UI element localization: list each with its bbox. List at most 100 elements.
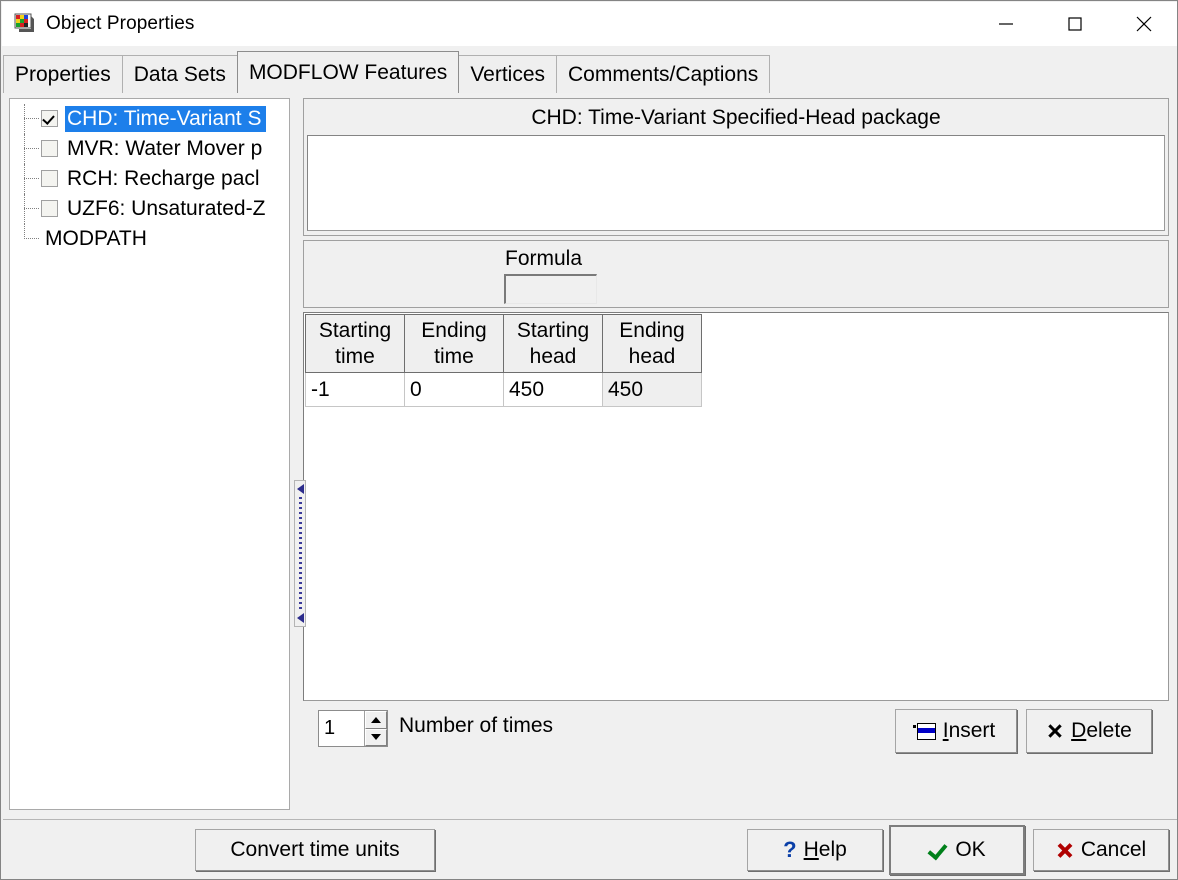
check-icon: [928, 841, 948, 859]
tree-elbow: [24, 238, 39, 240]
col-header-line2: time: [434, 344, 474, 368]
cancel-button-label: Cancel: [1080, 838, 1147, 861]
formula-label: Formula: [505, 247, 583, 270]
tree-item-mvr[interactable]: MVR: Water Mover p: [10, 134, 289, 164]
col-header-line2: head: [628, 344, 676, 368]
splitter-arrow-down-icon: [296, 613, 304, 623]
grid-column-splitter[interactable]: [294, 480, 306, 627]
tree-item-modpath[interactable]: MODPATH: [10, 224, 289, 254]
tab-bar: Properties Data Sets MODFLOW Features Ve…: [3, 51, 1177, 93]
tab-properties[interactable]: Properties: [3, 55, 123, 93]
cancel-button[interactable]: Cancel: [1033, 829, 1169, 871]
object-properties-dialog: Object Properties Properties Data Sets M…: [0, 0, 1178, 880]
tab-data-sets[interactable]: Data Sets: [121, 55, 238, 93]
close-button[interactable]: [1109, 2, 1177, 46]
times-grid[interactable]: Starting time Ending time Starting head: [305, 314, 702, 407]
dialog-footer: Convert time units ? Help OK Cancel: [3, 819, 1177, 879]
tree-item-label: MVR: Water Mover p: [67, 137, 263, 160]
col-header-starting-time[interactable]: Starting time: [305, 314, 405, 373]
tree-item-label: RCH: Recharge pacl: [67, 167, 260, 190]
tree-item-uzf6[interactable]: UZF6: Unsaturated-Z: [10, 194, 289, 224]
delete-button-label: Delete: [1071, 719, 1132, 743]
delete-button[interactable]: Delete: [1026, 709, 1152, 753]
insert-rest: nsert: [948, 719, 996, 742]
stepper-buttons: [364, 711, 387, 746]
splitter-arrow-up-icon: [296, 484, 304, 494]
minimize-button[interactable]: [971, 2, 1040, 46]
number-of-times-label: Number of times: [399, 714, 554, 737]
package-tree[interactable]: CHD: Time-Variant S MVR: Water Mover p R…: [9, 98, 290, 810]
window-controls: [971, 2, 1177, 46]
package-title: CHD: Time-Variant Specified-Head package: [531, 106, 941, 129]
tree-line: [24, 224, 26, 239]
question-mark-icon: ?: [783, 837, 797, 862]
insert-button[interactable]: Insert: [895, 709, 1017, 753]
tree-item-rch[interactable]: RCH: Recharge pacl: [10, 164, 289, 194]
tree-elbow: [24, 148, 39, 150]
formula-input[interactable]: [504, 274, 597, 304]
help-button-label: Help: [804, 838, 847, 862]
maximize-icon: [1067, 17, 1082, 31]
spin-down-icon: [371, 734, 381, 741]
number-of-times-input[interactable]: 1: [319, 711, 364, 746]
times-grid-panel: Starting time Ending time Starting head: [294, 312, 1169, 701]
stepper-up-button[interactable]: [365, 711, 387, 729]
tree-elbow: [24, 208, 39, 210]
spin-up-icon: [371, 716, 381, 723]
col-header-starting-head[interactable]: Starting head: [503, 314, 603, 373]
grid-header-row: Starting time Ending time Starting head: [305, 314, 702, 373]
col-header-line1: Starting: [516, 318, 590, 342]
tree-elbow: [24, 118, 39, 120]
window-title: Object Properties: [46, 13, 195, 34]
number-of-times-stepper[interactable]: 1: [318, 710, 388, 747]
tab-vertices[interactable]: Vertices: [458, 55, 558, 93]
col-header-line2: head: [529, 344, 577, 368]
cell-ending-head[interactable]: 450: [602, 372, 702, 407]
tree-elbow: [24, 178, 39, 180]
col-header-ending-head[interactable]: Ending head: [602, 314, 702, 373]
tree-item-label: UZF6: Unsaturated-Z: [67, 197, 266, 220]
checkbox-chd[interactable]: [41, 110, 58, 127]
title-bar: Object Properties: [2, 2, 1177, 46]
ok-button[interactable]: OK: [889, 825, 1025, 875]
col-header-line2: time: [335, 344, 375, 368]
tree-item-label: MODPATH: [45, 227, 147, 250]
delete-rest: elete: [1086, 719, 1132, 742]
tab-comments-captions[interactable]: Comments/Captions: [556, 55, 771, 93]
convert-time-units-label: Convert time units: [230, 838, 400, 861]
cell-starting-head[interactable]: 450: [503, 372, 603, 407]
close-icon: [1136, 16, 1151, 32]
tree-item-chd[interactable]: CHD: Time-Variant S: [10, 104, 289, 134]
col-header-line1: Ending: [619, 318, 685, 342]
help-button[interactable]: ? Help: [747, 829, 883, 871]
help-accel: H: [803, 838, 819, 861]
help-rest: elp: [818, 838, 847, 861]
col-header-ending-time[interactable]: Ending time: [404, 314, 504, 373]
package-detail-panel: CHD: Time-Variant Specified-Head package…: [294, 98, 1171, 810]
ok-button-label: OK: [955, 838, 986, 861]
package-comment-memo[interactable]: [307, 135, 1165, 231]
formula-group-box: Formula: [303, 240, 1169, 308]
raster-palette-icon: [14, 13, 36, 35]
cell-ending-time[interactable]: 0: [404, 372, 504, 407]
red-x-icon: [1056, 841, 1074, 859]
delete-x-icon: [1046, 722, 1064, 740]
delete-accel: D: [1071, 719, 1087, 742]
maximize-button[interactable]: [1040, 2, 1109, 46]
tree-item-label: CHD: Time-Variant S: [65, 106, 266, 132]
package-group-box: CHD: Time-Variant Specified-Head package: [303, 98, 1169, 236]
insert-button-label: Insert: [943, 719, 996, 743]
number-of-times-row: 1 Number of times Insert Delete: [303, 706, 1169, 758]
tab-modflow-features[interactable]: MODFLOW Features: [236, 51, 460, 93]
convert-time-units-button[interactable]: Convert time units: [195, 829, 435, 871]
cell-starting-time[interactable]: -1: [305, 372, 405, 407]
insert-row-icon: [912, 722, 936, 740]
checkbox-rch[interactable]: [41, 170, 58, 187]
checkbox-uzf6[interactable]: [41, 200, 58, 217]
minimize-icon: [998, 23, 1013, 25]
table-row[interactable]: -1 0 450 450: [305, 372, 702, 407]
checkbox-mvr[interactable]: [41, 140, 58, 157]
col-header-line1: Ending: [421, 318, 487, 342]
splitter-grip-dots: [298, 497, 302, 610]
stepper-down-button[interactable]: [365, 728, 387, 746]
